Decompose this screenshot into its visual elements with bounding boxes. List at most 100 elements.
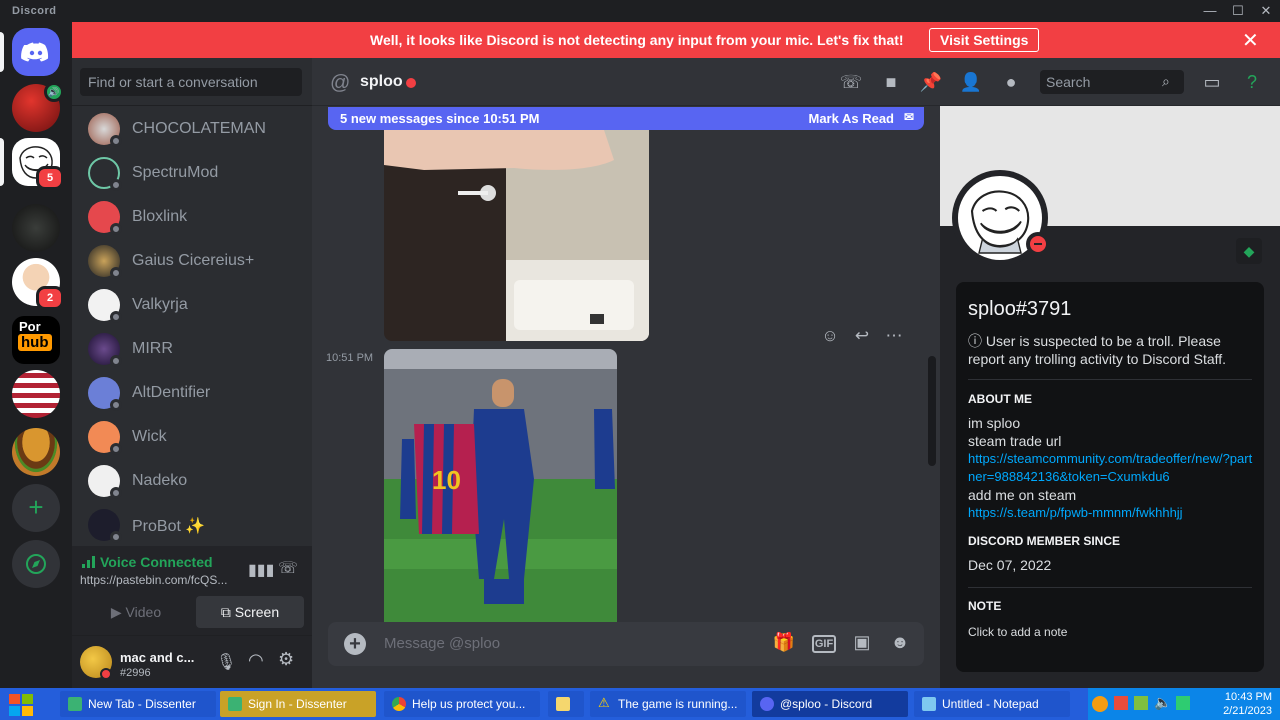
find-conversation-input[interactable]: Find or start a conversation — [80, 68, 302, 96]
dm-item[interactable]: SpectruMod — [80, 152, 304, 194]
explore-servers-button[interactable] — [12, 540, 60, 588]
new-messages-text: 5 new messages since 10:51 PM — [340, 111, 540, 126]
start-video-call-icon[interactable]: ■ — [879, 72, 903, 94]
gif-button[interactable]: GIF — [812, 635, 836, 653]
dm-item[interactable]: Wick — [80, 416, 304, 458]
video-icon: ▶ — [110, 604, 126, 620]
headphones-icon[interactable]: ◠ — [248, 650, 264, 671]
upload-plus-icon[interactable]: + — [344, 633, 366, 655]
more-options-icon[interactable]: ⋯ — [882, 326, 906, 350]
dm-item[interactable]: Nadeko — [80, 460, 304, 502]
compass-icon — [12, 540, 60, 588]
home-button[interactable] — [0, 28, 60, 76]
screen-label: Screen — [234, 604, 280, 620]
taskbar-item[interactable]: Untitled - Notepad — [914, 691, 1070, 717]
divider — [72, 105, 312, 106]
server-flag[interactable] — [12, 370, 60, 418]
emoji-icon[interactable]: ☻ — [888, 632, 912, 656]
windows-start-icon[interactable] — [8, 692, 34, 718]
taskbar-item[interactable]: @sploo - Discord — [752, 691, 908, 717]
steam-trade-link[interactable]: https://steamcommunity.com/tradeoffer/ne… — [968, 450, 1258, 486]
gift-icon[interactable]: 🎁 — [772, 632, 796, 656]
taskbar-item[interactable]: New Tab - Dissenter — [60, 691, 216, 717]
taskbar-label: @sploo - Discord — [780, 697, 873, 711]
clock-date: 2/21/2023 — [1223, 705, 1272, 717]
pinned-messages-icon[interactable]: 📌 — [919, 72, 943, 94]
user-profile-icon[interactable]: ● — [999, 72, 1023, 94]
attachment-image[interactable] — [384, 130, 649, 341]
inbox-icon[interactable]: ▭ — [1200, 72, 1224, 94]
clock[interactable]: 10:43 PM 2/21/2023 — [1223, 690, 1272, 718]
minimize-button[interactable]: — — [1196, 2, 1224, 20]
server-troll[interactable]: 5 — [0, 138, 64, 190]
server-ph[interactable]: Por hub — [12, 316, 60, 364]
server-burger[interactable] — [12, 428, 60, 476]
attachment-image[interactable]: 10 — [384, 349, 617, 622]
volume-icon[interactable]: 🔈 — [1154, 694, 1171, 711]
mark-as-read-button[interactable]: Mark As Read — [809, 111, 895, 126]
plus-icon: + — [12, 484, 60, 532]
tray-network-icon[interactable] — [1134, 696, 1148, 710]
server-rail: 🔊 5 2 Por hub + — [0, 22, 72, 688]
sticker-icon[interactable]: ▣ — [850, 632, 874, 656]
dm-item[interactable]: AltDentifier — [80, 372, 304, 414]
close-window-button[interactable]: ✕ — [1252, 2, 1280, 20]
add-friends-to-dm-icon[interactable]: 👤 — [959, 72, 983, 94]
server-dark[interactable] — [12, 204, 60, 252]
message-timestamp: 10:51 PM — [326, 352, 374, 364]
dm-item[interactable]: CHOCOLATEMAN — [80, 108, 304, 150]
maximize-button[interactable]: ☐ — [1224, 2, 1252, 20]
dm-item[interactable]: Gaius Cicereius+ — [80, 240, 304, 282]
message-input[interactable]: Message @sploo — [384, 635, 500, 652]
video-button[interactable]: ▶ Video — [80, 596, 192, 628]
add-reaction-icon[interactable]: ☺ — [818, 326, 842, 350]
voice-status: Voice Connected — [100, 554, 213, 570]
member-since-date: Dec 07, 2022 — [968, 557, 1052, 573]
reply-icon[interactable]: ↩ — [850, 326, 874, 350]
mention-badge: 5 — [36, 166, 64, 190]
server-mario[interactable]: 🔊 — [12, 82, 64, 132]
taskbar-item[interactable] — [548, 691, 584, 717]
taskbar-label: Untitled - Notepad — [942, 697, 1039, 711]
dm-name: AltDentifier — [132, 384, 211, 401]
noise-suppression-icon[interactable]: ▮▮▮ — [248, 560, 274, 580]
tray-app-icon[interactable] — [1176, 696, 1190, 710]
tray-arrow-icon[interactable] — [1092, 696, 1108, 712]
selected-pill — [0, 138, 4, 186]
voice-channel[interactable]: https://pastebin.com/fcQS... — [80, 573, 227, 587]
taskbar-item[interactable]: ⚠ The game is running... — [590, 691, 746, 717]
dm-item[interactable]: Valkyrja — [80, 284, 304, 326]
chat-scrollbar[interactable] — [928, 356, 936, 466]
server-peter[interactable]: 2 — [12, 258, 64, 310]
taskbar-item[interactable]: Help us protect you... — [384, 691, 540, 717]
taskbar-label: Help us protect you... — [412, 697, 526, 711]
start-voice-call-icon[interactable]: ☏ — [839, 72, 863, 94]
microphone-icon[interactable]: 🎙 — [216, 652, 236, 672]
dm-item[interactable]: ProBot ✨ — [80, 504, 304, 546]
taskbar-item[interactable]: Sign In - Dissenter — [220, 691, 376, 717]
profile-avatar[interactable] — [952, 170, 1050, 266]
tray-flag-icon[interactable] — [1114, 696, 1128, 710]
mic-notice-bar: Well, it looks like Discord is not detec… — [72, 22, 1280, 58]
nitro-badge-icon[interactable]: ◆ — [1236, 238, 1262, 264]
add-server-button[interactable]: + — [12, 484, 60, 532]
dm-name: ProBot ✨ — [132, 518, 206, 535]
status-indicator — [110, 487, 122, 499]
settings-gear-icon[interactable]: ⚙ — [278, 649, 294, 670]
dm-item[interactable]: Bloxlink — [80, 196, 304, 238]
disconnect-call-icon[interactable]: ☏ — [278, 558, 298, 578]
help-icon[interactable]: ? — [1240, 72, 1264, 94]
dm-item[interactable]: MIRR — [80, 328, 304, 370]
visit-settings-button[interactable]: Visit Settings — [929, 28, 1040, 52]
note-input[interactable]: Click to add a note — [968, 623, 1258, 641]
chat-area: 10:51 PM 10 5 new messages since 10:51 P… — [312, 106, 940, 688]
new-messages-bar[interactable]: 5 new messages since 10:51 PM Mark As Re… — [328, 107, 924, 130]
jersey-number: 10 — [432, 465, 461, 495]
steam-profile-link[interactable]: https://s.team/p/fpwb-mmnm/fwkhhhjj — [968, 504, 1258, 522]
about-me-heading: ABOUT ME — [968, 392, 1032, 406]
taskbar-label: The game is running... — [618, 697, 738, 711]
server-avatar — [12, 370, 60, 418]
about-line: im sploo — [968, 415, 1021, 431]
screen-share-button[interactable]: ⧉ Screen — [196, 596, 304, 628]
close-notice-icon[interactable]: ✕ — [1242, 28, 1259, 53]
